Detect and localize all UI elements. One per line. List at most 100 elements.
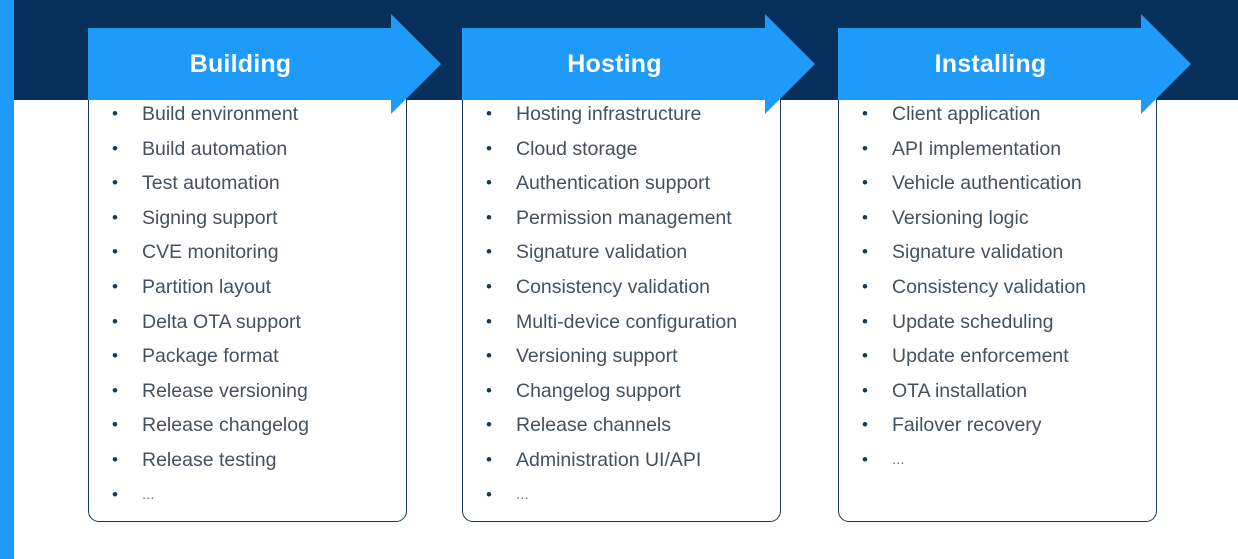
list-item-label: Release versioning <box>142 379 308 402</box>
list-item: • Release testing <box>88 443 407 478</box>
bullet-dot-icon: • <box>486 207 492 227</box>
bullet-dot-icon: • <box>486 242 492 262</box>
bullet-dot-icon: • <box>486 415 492 435</box>
list-item: • API implementation <box>838 132 1157 167</box>
list-item: • Consistency validation <box>838 270 1157 305</box>
bullet-dot-icon: • <box>112 415 118 435</box>
list-item-label: Release changelog <box>142 414 309 437</box>
bullet-dot-icon: • <box>862 138 868 158</box>
bullet-dot-icon: • <box>486 104 492 123</box>
bullet-dot-icon: • <box>112 104 118 123</box>
stage-bullet-list: • Hosting infrastructure • Cloud storage •… <box>462 97 781 512</box>
bullet-dot-icon: • <box>862 104 868 123</box>
list-item-label: Versioning support <box>516 345 678 368</box>
list-item: • Update enforcement <box>838 339 1157 374</box>
list-item: • CVE monitoring <box>88 235 407 270</box>
list-item-label: Signature validation <box>892 241 1064 264</box>
stage-bullet-list: • Build environment • Build automation • Te… <box>88 97 407 512</box>
list-item: • Versioning logic <box>838 201 1157 236</box>
bullet-dot-icon: • <box>486 346 492 366</box>
bullet-dot-icon: • <box>486 380 492 400</box>
bullet-dot-icon: • <box>862 449 868 469</box>
list-item-label: Signature validation <box>516 241 688 264</box>
list-item: • Authentication support <box>462 166 781 201</box>
list-item-label: Signing support <box>142 206 278 229</box>
bullet-dot-icon: • <box>486 449 492 469</box>
bullet-dot-icon: • <box>112 484 118 504</box>
stage-column-building: Building • Build environment • Build autom… <box>88 0 488 559</box>
bullet-dot-icon: • <box>862 311 868 331</box>
list-item: • Release versioning <box>88 374 407 409</box>
list-item-label: Partition layout <box>142 275 271 298</box>
list-item: • Signature validation <box>838 235 1157 270</box>
list-item-label: Update scheduling <box>892 310 1054 333</box>
list-item: • Changelog support <box>462 374 781 409</box>
list-item: • Failover recovery <box>838 408 1157 443</box>
bullet-dot-icon: • <box>862 380 868 400</box>
stage-column-hosting: Hosting • Hosting infrastructure • Cloud s… <box>462 0 862 559</box>
list-item: • Vehicle authentication <box>838 166 1157 201</box>
list-item: • Permission management <box>462 201 781 236</box>
bullet-dot-icon: • <box>112 207 118 227</box>
list-item-label: Client application <box>892 103 1041 125</box>
list-item-label: ... <box>142 485 155 503</box>
list-item-label: Delta OTA support <box>142 310 301 333</box>
list-item: • Versioning support <box>462 339 781 374</box>
list-item: • OTA installation <box>838 374 1157 409</box>
list-item-label: Test automation <box>142 172 280 195</box>
list-item: • Cloud storage <box>462 132 781 167</box>
list-item: • Partition layout <box>88 270 407 305</box>
list-item-label: Cloud storage <box>516 137 638 160</box>
bullet-dot-icon: • <box>486 173 492 193</box>
stage-bullet-list: • Client application • API implementation … <box>838 97 1157 478</box>
bullet-dot-icon: • <box>112 449 118 469</box>
list-item-label: Failover recovery <box>892 414 1042 437</box>
list-item: • Build automation <box>88 132 407 167</box>
list-item: •... <box>838 443 1157 478</box>
bullet-dot-icon: • <box>112 380 118 400</box>
list-item-label: Versioning logic <box>892 206 1029 229</box>
list-item-label: ... <box>892 450 905 468</box>
list-item: • Client application <box>838 97 1157 132</box>
bullet-dot-icon: • <box>112 138 118 158</box>
list-item: •... <box>88 478 407 513</box>
list-item: • Multi-device configuration <box>462 305 781 340</box>
list-item-label: Authentication support <box>516 172 711 195</box>
list-item-label: Administration UI/API <box>516 448 702 471</box>
bullet-dot-icon: • <box>862 346 868 366</box>
list-item-label: Vehicle authentication <box>892 172 1082 195</box>
list-item-label: Changelog support <box>516 379 681 402</box>
list-item-label: Multi-device configuration <box>516 310 738 333</box>
list-item-label: Release channels <box>516 414 672 437</box>
list-item: • Consistency validation <box>462 270 781 305</box>
list-item-label: ... <box>516 485 529 503</box>
stage-column-installing: Installing • Client application • API impl… <box>838 0 1238 559</box>
bullet-dot-icon: • <box>112 346 118 366</box>
list-item: • Release changelog <box>88 408 407 443</box>
bullet-dot-icon: • <box>486 311 492 331</box>
stage-title: Building <box>189 49 292 78</box>
bullet-dot-icon: • <box>862 207 868 227</box>
list-item-label: Consistency validation <box>516 275 711 298</box>
bullet-dot-icon: • <box>112 311 118 331</box>
list-item-label: Permission management <box>516 206 732 229</box>
list-item: • Build environment <box>88 97 407 132</box>
list-item: • Signature validation <box>462 235 781 270</box>
list-item-label: Hosting infrastructure <box>516 103 702 125</box>
bullet-dot-icon: • <box>112 276 118 296</box>
bullet-dot-icon: • <box>486 484 492 504</box>
bullet-dot-icon: • <box>486 138 492 158</box>
list-item-label: CVE monitoring <box>142 241 279 264</box>
bullet-dot-icon: • <box>862 242 868 262</box>
list-item-label: Build automation <box>142 137 288 160</box>
bullet-dot-icon: • <box>486 276 492 296</box>
list-item: • Update scheduling <box>838 305 1157 340</box>
list-item-label: Update enforcement <box>892 345 1069 368</box>
list-item: • Test automation <box>88 166 407 201</box>
list-item: • Hosting infrastructure <box>462 97 781 132</box>
list-item-label: API implementation <box>892 137 1062 160</box>
list-item-label: Consistency validation <box>892 275 1087 298</box>
list-item-label: Release testing <box>142 448 277 471</box>
list-item-label: Build environment <box>142 103 299 125</box>
list-item: • Signing support <box>88 201 407 236</box>
